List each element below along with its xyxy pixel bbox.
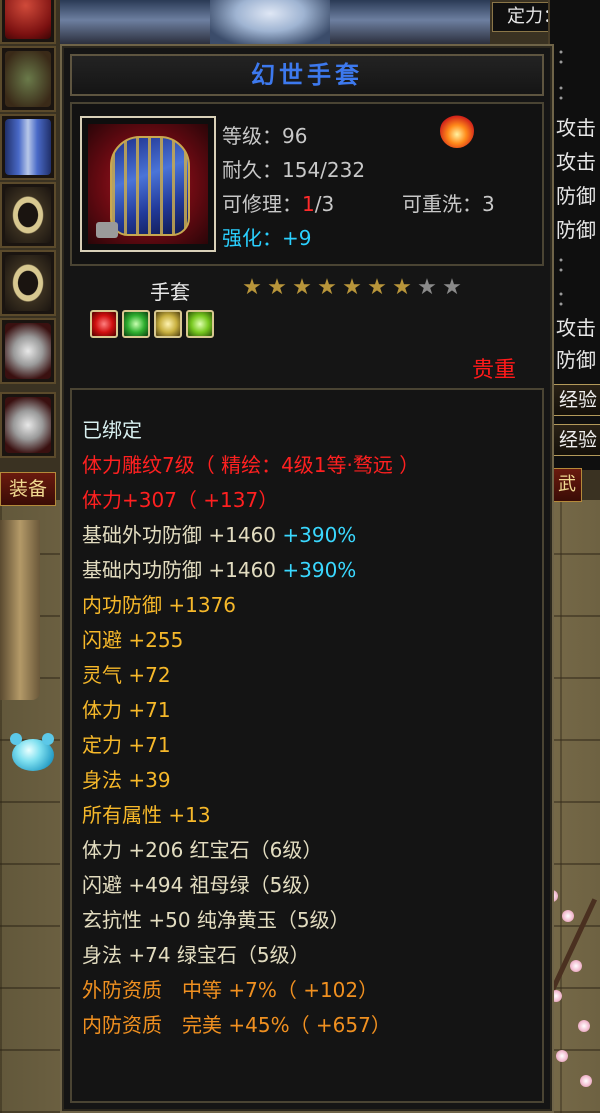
star-filled-icon: ★	[392, 275, 412, 300]
item-enhance: 强化：+9	[222, 226, 312, 250]
exp-button-2[interactable]: 经验	[553, 424, 600, 456]
ring-icon	[5, 187, 51, 243]
item-header: 等级：96 耐久：154/232 可修理：1/3 可重洗：3 强化：+9	[70, 102, 544, 266]
item-rewash: 可重洗：3	[402, 192, 495, 216]
rarity-label: 贵重	[471, 358, 516, 383]
base-outer-defense: 基础外功防御 +1460 +390%	[82, 523, 357, 547]
gem-stat-line: 体力 +206 红宝石（6级）	[82, 838, 323, 862]
character-portrait-art	[60, 0, 490, 50]
equip-slot-charm-1[interactable]	[0, 318, 56, 384]
gem-stat-line: 玄抗性 +50 纯净黄玉（5级）	[82, 908, 350, 932]
stat-line: 定力 +71	[82, 733, 171, 757]
charm-icon	[5, 323, 51, 379]
star-filled-icon: ★	[242, 275, 262, 300]
equip-slot-belt[interactable]	[0, 46, 56, 112]
gem-stat-line: 闪避 +494 祖母绿（5级）	[82, 873, 323, 897]
star-empty-icon: ★	[417, 275, 437, 300]
inner-aptitude: 内防资质 完美 +45%（ +657）	[82, 1013, 391, 1037]
star-filled-icon: ★	[367, 275, 387, 300]
item-name: 幻世手套	[70, 54, 544, 96]
stat-line: 身法 +39	[82, 768, 171, 792]
pillar	[0, 520, 40, 700]
equip-slot-charm-2[interactable]	[0, 392, 56, 458]
engrave-line: 体力雕纹7级（ 精绘：4级1等·骛远 ）	[82, 453, 420, 477]
boots-icon	[5, 119, 51, 175]
bound-lock-icon	[96, 222, 118, 238]
star-filled-icon: ★	[267, 275, 287, 300]
item-repair: 可修理：1/3	[222, 192, 335, 216]
gauntlet-icon	[88, 124, 208, 244]
gem-stat-line: 身法 +74 绿宝石（5级）	[82, 943, 310, 967]
star-filled-icon: ★	[317, 275, 337, 300]
star-filled-icon: ★	[292, 275, 312, 300]
star-empty-icon: ★	[442, 275, 462, 300]
item-type: 手套	[150, 280, 190, 304]
green-gem-icon[interactable]	[122, 310, 150, 338]
fire-element-icon	[440, 114, 474, 148]
light-green-gem-icon[interactable]	[186, 310, 214, 338]
red-gem-icon[interactable]	[90, 310, 118, 338]
armor-icon	[5, 0, 51, 39]
item-level: 等级：96	[222, 124, 308, 148]
pet-sprite[interactable]	[8, 733, 60, 775]
equip-slot-ring-2[interactable]	[0, 250, 56, 316]
martial-tab[interactable]: 武	[552, 468, 582, 502]
star-rating: ★ ★ ★ ★ ★ ★ ★ ★ ★	[240, 276, 464, 300]
equip-slot-weapon[interactable]	[0, 0, 56, 44]
item-durability: 耐久：154/232	[222, 158, 366, 182]
item-tooltip: 幻世手套 等级：96 耐久：154/232 可修理：1/3 可重洗：3 强化：+…	[60, 44, 554, 1113]
equip-slot-ring-1[interactable]	[0, 182, 56, 248]
gem-sockets	[90, 310, 214, 338]
belt-icon	[5, 51, 51, 107]
outer-aptitude: 外防资质 中等 +7%（ +102）	[82, 978, 379, 1002]
stat-line: 闪避 +255	[82, 628, 184, 652]
stat-line: 所有属性 +13	[82, 803, 211, 827]
star-filled-icon: ★	[342, 275, 362, 300]
equip-slot-boots[interactable]	[0, 114, 56, 180]
base-inner-defense: 基础内功防御 +1460 +390%	[82, 558, 357, 582]
engrave-stat: 体力+307（ +137）	[82, 488, 279, 512]
ring-icon	[5, 255, 51, 311]
equipment-tab[interactable]: 装备	[0, 472, 56, 506]
stat-line: 体力 +71	[82, 698, 171, 722]
item-icon-frame	[80, 116, 216, 252]
stat-line: 内功防御 +1376	[82, 593, 237, 617]
exp-button-1[interactable]: 经验	[553, 384, 600, 416]
charm-icon	[5, 397, 51, 453]
stat-line: 灵气 +72	[82, 663, 171, 687]
bound-status: 已绑定	[82, 418, 142, 442]
item-attributes: 已绑定 体力雕纹7级（ 精绘：4级1等·骛远 ） 体力+307（ +137） 基…	[70, 388, 544, 1103]
yellow-gem-icon[interactable]	[154, 310, 182, 338]
